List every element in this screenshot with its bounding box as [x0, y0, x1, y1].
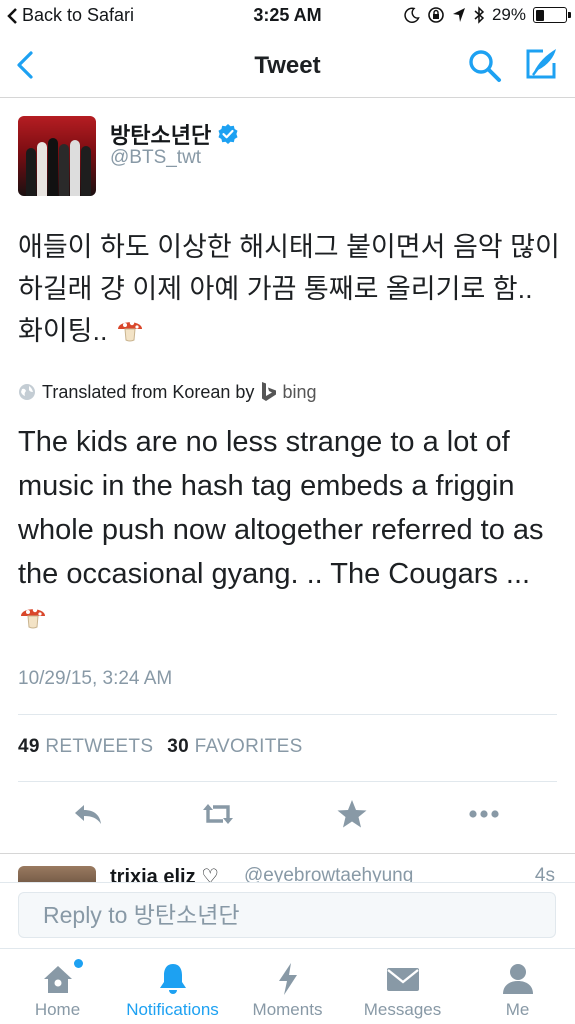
- tweet-text-content: 애들이 하도 이상한 해시태그 붙이면서 음악 많이 하길래 걍 이제 아예 가…: [18, 232, 560, 346]
- heart-icon: ♡: [201, 866, 220, 882]
- bing-icon: [262, 382, 277, 401]
- translation-text-content: The kids are no less strange to a lot of…: [18, 426, 544, 590]
- moon-icon: [404, 7, 420, 23]
- tab-bar: Home Notifications Moments Messages Me: [0, 948, 575, 1024]
- tab-moments-label: Moments: [252, 1000, 323, 1019]
- user-display-name[interactable]: 방탄소년단: [110, 118, 239, 150]
- reply-avatar[interactable]: [18, 866, 96, 882]
- tweet-stats: 49 RETWEETS 30 FAVORITES: [18, 736, 303, 758]
- favorites-stat[interactable]: 30 FAVORITES: [167, 736, 302, 758]
- bluetooth-icon: [474, 6, 485, 24]
- tweet-timestamp: 10/29/15, 3:24 AM: [18, 668, 173, 689]
- status-indicators: 29%: [404, 5, 571, 25]
- retweet-icon[interactable]: [200, 796, 236, 832]
- mushroom-emoji-icon: [118, 320, 143, 342]
- reply-input[interactable]: [18, 892, 556, 938]
- translation-text: The kids are no less strange to a lot of…: [18, 420, 563, 640]
- location-icon: [452, 8, 465, 22]
- home-unread-dot: [74, 959, 83, 968]
- favorite-star-icon[interactable]: [334, 796, 370, 832]
- translation-attribution: Translated from Korean by bing: [18, 380, 316, 404]
- divider: [0, 853, 575, 854]
- bing-logo: bing: [260, 381, 316, 403]
- envelope-icon: [386, 968, 419, 991]
- retweets-count: 49: [18, 736, 40, 757]
- nav-bar: Tweet: [0, 32, 575, 98]
- reply-icon[interactable]: [70, 796, 106, 832]
- tab-messages-label: Messages: [363, 1000, 442, 1019]
- tab-messages[interactable]: Messages: [345, 949, 460, 1024]
- globe-icon: [19, 384, 35, 400]
- verified-badge-icon: [218, 124, 238, 144]
- favorites-count: 30: [167, 736, 190, 757]
- divider: [18, 781, 557, 782]
- status-bar: Back to Safari 3:25 AM 29%: [0, 0, 575, 32]
- mushroom-emoji-icon-2: [21, 607, 45, 629]
- tweet-text: 애들이 하도 이상한 해시태그 붙이면서 음악 많이 하길래 걍 이제 아예 가…: [18, 226, 563, 352]
- tab-me-label: Me: [505, 1000, 530, 1019]
- search-icon[interactable]: [466, 47, 504, 85]
- reply-time: 4s: [534, 865, 555, 882]
- user-handle[interactable]: @BTS_twt: [110, 147, 201, 169]
- battery-fill: [535, 9, 544, 21]
- display-name-text: 방탄소년단: [110, 123, 212, 148]
- tab-notifications-label: Notifications: [126, 1000, 219, 1019]
- battery-percent: 29%: [491, 5, 526, 24]
- tweet-actions: [0, 796, 575, 836]
- bing-label: bing: [282, 381, 317, 402]
- rotation-lock-icon: [428, 7, 444, 23]
- reply-author-name-text: trixia eliz: [110, 866, 196, 882]
- compose-icon[interactable]: [522, 45, 560, 83]
- battery-icon: [533, 7, 571, 23]
- bell-icon: [159, 964, 186, 994]
- retweets-label: RETWEETS: [45, 736, 154, 757]
- tab-home[interactable]: Home: [0, 949, 115, 1024]
- lightning-icon: [278, 963, 297, 995]
- person-icon: [502, 964, 533, 994]
- more-icon[interactable]: [466, 796, 502, 832]
- avatar[interactable]: [18, 116, 96, 196]
- tab-me[interactable]: Me: [460, 949, 575, 1024]
- translated-label: Translated from Korean by: [42, 381, 255, 402]
- retweets-stat[interactable]: 49 RETWEETS: [18, 736, 153, 758]
- tab-moments[interactable]: Moments: [230, 949, 345, 1024]
- favorites-label: FAVORITES: [194, 736, 303, 757]
- reply-preview-row[interactable]: trixia eliz ♡ @eyebrowtaehyung 4s: [0, 856, 575, 882]
- reply-bar: [0, 882, 575, 948]
- home-icon: [43, 966, 72, 993]
- tab-notifications[interactable]: Notifications: [115, 949, 230, 1024]
- reply-author-name: trixia eliz ♡: [110, 864, 219, 882]
- divider: [18, 714, 557, 715]
- reply-author-handle: @eyebrowtaehyung: [244, 865, 414, 882]
- tab-home-label: Home: [34, 1000, 81, 1019]
